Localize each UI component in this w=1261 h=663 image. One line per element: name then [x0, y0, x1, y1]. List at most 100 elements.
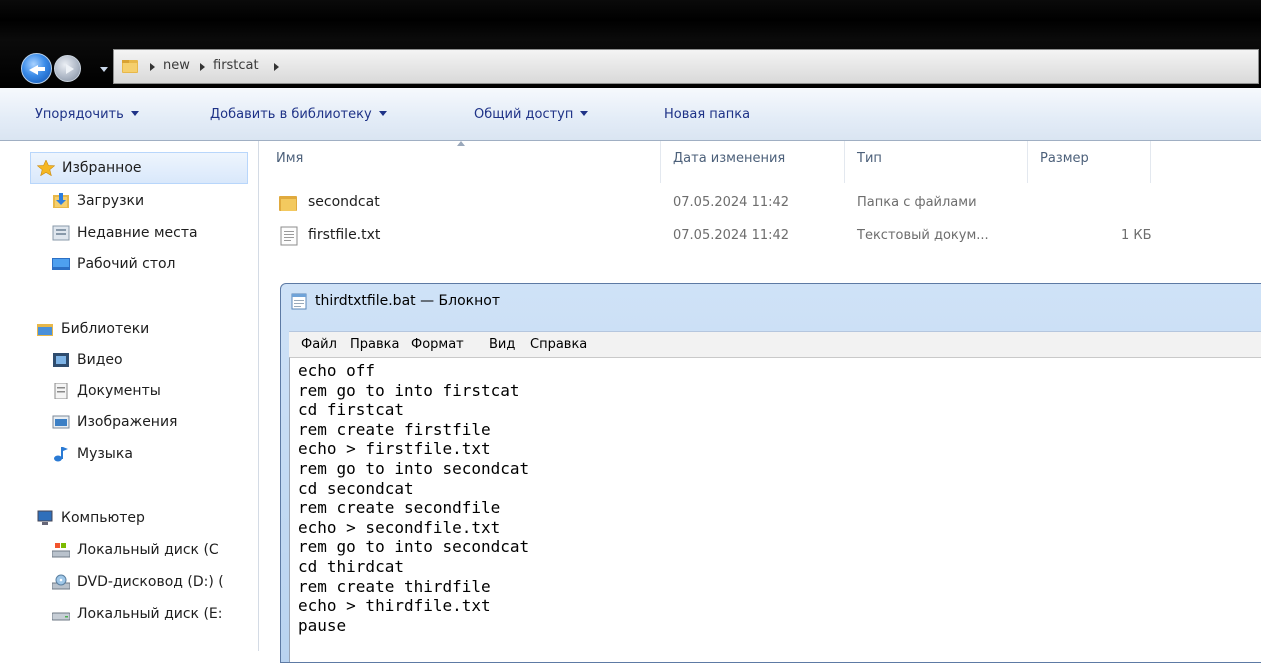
- video-icon: [53, 353, 69, 367]
- forward-button[interactable]: [54, 55, 81, 82]
- back-button[interactable]: [21, 53, 52, 84]
- chevron-down-icon: [130, 111, 139, 116]
- recent-places-icon: [52, 225, 70, 241]
- images-icon: [52, 415, 70, 429]
- nav-local-disk-e[interactable]: Локальный диск (E:: [52, 606, 223, 622]
- share-button[interactable]: Общий доступ: [474, 107, 589, 122]
- column-header-type[interactable]: Тип: [857, 151, 882, 166]
- system-drive-icon: [52, 543, 70, 558]
- code-line: echo > firstfile.txt: [298, 439, 491, 459]
- menu-file[interactable]: Файл: [301, 337, 337, 352]
- nav-favorites[interactable]: Избранное: [30, 152, 248, 184]
- nav-dvd-drive[interactable]: DVD-дисковод (D:) (: [52, 574, 224, 590]
- code-line: rem create thirdfile: [298, 576, 491, 596]
- organize-label: Упорядочить: [35, 107, 124, 122]
- nav-desktop[interactable]: Рабочий стол: [52, 256, 176, 272]
- menu-help[interactable]: Справка: [530, 337, 587, 352]
- folder-icon: [122, 60, 138, 73]
- notepad-title-bar[interactable]: thirdtxtfile.bat — Блокнот: [291, 292, 500, 310]
- star-icon: [37, 160, 55, 176]
- notepad-window[interactable]: thirdtxtfile.bat — Блокнот Файл Правка Ф…: [280, 283, 1261, 663]
- file-name: firstfile.txt: [308, 227, 381, 243]
- documents-icon: [54, 383, 68, 399]
- breadcrumb-new[interactable]: new: [163, 58, 190, 73]
- code-line: echo > secondfile.txt: [298, 517, 501, 537]
- dvd-drive-icon: [52, 574, 70, 590]
- nav-dvd-label: DVD-дисковод (D:) (: [77, 574, 224, 590]
- file-row[interactable]: secondcat 07.05.2024 11:42 Папка с файла…: [276, 192, 1256, 214]
- add-to-library-label: Добавить в библиотеку: [210, 107, 372, 122]
- music-icon: [54, 447, 68, 462]
- code-line: echo off: [298, 361, 376, 380]
- notepad-menu-bar: Файл Правка Формат Вид Справка: [289, 331, 1261, 358]
- column-divider[interactable]: [844, 141, 845, 183]
- nav-local-disk-c-label: Локальный диск (C: [77, 542, 219, 558]
- downloads-folder-icon: [53, 193, 69, 208]
- drive-icon: [52, 612, 70, 621]
- column-header-size[interactable]: Размер: [1040, 151, 1089, 166]
- chevron-down-icon: [378, 111, 387, 116]
- code-line: cd secondcat: [298, 478, 414, 498]
- file-date: 07.05.2024 11:42: [673, 195, 790, 210]
- menu-edit[interactable]: Правка: [350, 337, 399, 352]
- text-file-icon: [280, 226, 298, 246]
- code-line: echo > thirdfile.txt: [298, 596, 491, 616]
- code-line: pause: [298, 615, 347, 635]
- code-line: rem create firstfile: [298, 419, 491, 439]
- file-row[interactable]: firstfile.txt 07.05.2024 11:42 Текстовый…: [276, 225, 1256, 247]
- new-folder-button[interactable]: Новая папка: [664, 107, 750, 122]
- nav-favorites-label: Избранное: [62, 160, 142, 176]
- column-divider[interactable]: [1150, 141, 1151, 183]
- nav-libraries[interactable]: Библиотеки: [36, 321, 149, 337]
- column-divider[interactable]: [660, 141, 661, 183]
- notepad-text-area[interactable]: echo off rem go to into firstcat cd firs…: [289, 357, 1261, 662]
- nav-downloads[interactable]: Загрузки: [52, 193, 144, 209]
- breadcrumb-separator[interactable]: [200, 63, 205, 71]
- code-line: cd firstcat: [298, 400, 404, 420]
- nav-recent-label: Недавние места: [77, 225, 198, 241]
- nav-video[interactable]: Видео: [52, 352, 123, 368]
- code-line: cd thirdcat: [298, 557, 404, 576]
- code-line: rem go to into secondcat: [298, 537, 530, 557]
- nav-documents[interactable]: Документы: [52, 383, 161, 399]
- nav-documents-label: Документы: [77, 383, 161, 399]
- chevron-down-icon: [580, 111, 589, 116]
- explorer-title-bar: new firstcat: [0, 0, 1261, 88]
- menu-format[interactable]: Формат: [411, 337, 464, 352]
- recent-pages-dropdown[interactable]: [100, 67, 108, 72]
- libraries-icon: [37, 324, 53, 336]
- desktop-icon: [52, 258, 70, 270]
- file-name: secondcat: [308, 194, 380, 210]
- breadcrumb-firstcat[interactable]: firstcat: [213, 58, 259, 73]
- nav-downloads-label: Загрузки: [77, 193, 145, 209]
- code-line: rem go to into firstcat: [298, 380, 520, 400]
- nav-images[interactable]: Изображения: [52, 414, 177, 430]
- address-bar[interactable]: new firstcat: [113, 49, 1259, 84]
- column-header-date[interactable]: Дата изменения: [673, 151, 785, 166]
- file-type: Текстовый докум...: [857, 228, 989, 243]
- nav-computer-label: Компьютер: [61, 510, 145, 526]
- breadcrumb-separator[interactable]: [274, 63, 279, 71]
- organize-button[interactable]: Упорядочить: [35, 107, 139, 122]
- breadcrumb-separator[interactable]: [150, 63, 155, 71]
- nav-computer[interactable]: Компьютер: [36, 510, 145, 526]
- add-to-library-button[interactable]: Добавить в библиотеку: [210, 107, 387, 122]
- notepad-title: thirdtxtfile.bat — Блокнот: [315, 293, 500, 309]
- nav-music[interactable]: Музыка: [52, 446, 133, 462]
- nav-recent-places[interactable]: Недавние места: [52, 225, 198, 241]
- command-bar: Упорядочить Добавить в библиотеку Общий …: [0, 88, 1261, 141]
- nav-local-disk-e-label: Локальный диск (E:: [77, 606, 223, 622]
- nav-desktop-label: Рабочий стол: [77, 256, 176, 272]
- file-type: Папка с файлами: [857, 195, 977, 210]
- nav-libraries-label: Библиотеки: [61, 321, 150, 337]
- column-divider[interactable]: [1027, 141, 1028, 183]
- folder-icon: [279, 196, 297, 211]
- menu-view[interactable]: Вид: [489, 337, 515, 352]
- nav-video-label: Видео: [77, 352, 123, 368]
- code-line: rem create secondfile: [298, 498, 501, 518]
- file-date: 07.05.2024 11:42: [673, 228, 790, 243]
- file-size: 1 КБ: [1121, 228, 1152, 243]
- nav-local-disk-c[interactable]: Локальный диск (C: [52, 542, 219, 558]
- computer-icon: [37, 510, 53, 525]
- column-header-name[interactable]: Имя: [276, 151, 303, 166]
